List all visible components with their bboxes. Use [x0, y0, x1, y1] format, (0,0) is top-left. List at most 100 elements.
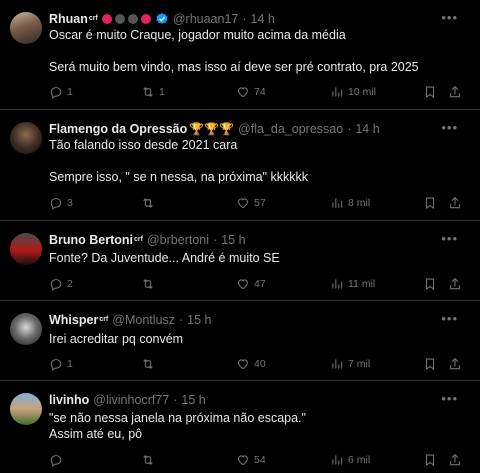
timestamp[interactable]: 14 h [251, 11, 275, 27]
display-name[interactable]: Bruno Bertoni [49, 232, 133, 248]
bookmark-button[interactable] [423, 277, 441, 291]
reply-button[interactable]: 3 [49, 196, 73, 210]
tweet[interactable]: Whisper crf @Montlusz · 15 h ••• Irei acr… [0, 301, 480, 381]
tweet-header: Bruno Bertoni crf @brbertoni · 15 h [49, 232, 420, 248]
share-button[interactable] [448, 357, 466, 371]
more-icon[interactable]: ••• [441, 231, 458, 246]
tweet-header: Rhuan crf @rhuaan17 · 14 h [49, 11, 420, 27]
share-button[interactable] [448, 85, 466, 99]
avatar[interactable] [10, 313, 42, 345]
like-button[interactable]: 74 [236, 85, 266, 99]
bookmark-icon [423, 196, 437, 210]
action-bar: 1 1 74 10 mil [49, 85, 480, 101]
views-button[interactable]: 6 mil [330, 453, 370, 467]
separator-dot: · [213, 233, 218, 247]
views-button[interactable]: 7 mil [330, 357, 370, 371]
action-bar: 1 40 7 mil [49, 357, 480, 373]
avatar[interactable] [10, 393, 42, 425]
action-bar: 3 57 8 mil [49, 196, 480, 212]
avatar[interactable] [10, 122, 42, 154]
share-button[interactable] [448, 196, 466, 210]
views-count: 8 mil [348, 197, 371, 209]
more-icon[interactable]: ••• [441, 10, 458, 25]
handle[interactable]: @livinhocrf77 [93, 392, 169, 408]
more-icon[interactable]: ••• [441, 391, 458, 406]
red-badge-icon [101, 14, 112, 24]
views-icon [330, 196, 344, 210]
bookmark-button[interactable] [423, 357, 441, 371]
tweet-text: Irei acreditar pq convém [49, 332, 184, 346]
bookmark-button[interactable] [423, 196, 441, 210]
retweet-count: 1 [159, 86, 165, 98]
bookmark-icon [423, 277, 437, 291]
bookmark-button[interactable] [423, 453, 441, 467]
handle[interactable]: @Montlusz [112, 312, 175, 328]
reply-icon [49, 196, 63, 210]
tweet-header: Whisper crf @Montlusz · 15 h [49, 312, 420, 328]
display-name[interactable]: livinho [49, 392, 89, 408]
views-button[interactable]: 11 mil [330, 277, 375, 291]
reply-icon [49, 277, 63, 291]
tweet[interactable]: Flamengo da Opressão 🏆🏆🏆 @fla_da_opressa… [0, 110, 480, 221]
reply-button[interactable]: 1 [49, 357, 73, 371]
avatar[interactable] [10, 233, 42, 265]
retweet-button[interactable] [141, 196, 159, 210]
views-count: 11 mil [348, 278, 376, 290]
handle[interactable]: @brbertoni [147, 232, 209, 248]
handle[interactable]: @rhuaan17 [173, 11, 239, 27]
more-icon[interactable]: ••• [441, 120, 458, 135]
display-name[interactable]: Whisper [49, 312, 98, 328]
like-count: 54 [254, 454, 266, 466]
retweet-button[interactable] [141, 453, 159, 467]
name-suffix: crf [88, 15, 98, 22]
like-count: 57 [254, 197, 266, 209]
reply-button[interactable]: 2 [49, 277, 73, 291]
display-name[interactable]: Flamengo da Opressão [49, 121, 187, 137]
like-button[interactable]: 47 [236, 277, 266, 291]
share-icon [448, 196, 462, 210]
action-bar: 54 6 mil [49, 453, 480, 469]
handle[interactable]: @fla_da_opressao [238, 121, 343, 137]
tweet-text: Fonte? Da Juventude... André é muito SE [49, 251, 280, 265]
tweet-text: Tão falando isso desde 2021 cara Sempre … [49, 138, 308, 184]
timestamp[interactable]: 15 h [181, 392, 205, 408]
share-button[interactable] [448, 277, 466, 291]
more-icon[interactable]: ••• [441, 311, 458, 326]
retweet-button[interactable] [141, 357, 159, 371]
views-button[interactable]: 8 mil [330, 196, 370, 210]
avatar[interactable] [10, 12, 42, 44]
retweet-icon [141, 277, 155, 291]
reply-button[interactable] [49, 453, 67, 467]
timestamp[interactable]: 15 h [221, 232, 245, 248]
retweet-button[interactable]: 1 [141, 85, 165, 99]
views-button[interactable]: 10 mil [330, 85, 376, 99]
tweet-text: Oscar é muito Craque, jogador muito acim… [49, 28, 419, 74]
tweet[interactable]: Rhuan crf @rhuaan17 · 14 h ••• Oscar é mu… [0, 0, 480, 110]
like-button[interactable]: 57 [236, 196, 266, 210]
reply-count: 1 [67, 358, 73, 370]
reply-count: 1 [67, 86, 73, 98]
views-icon [330, 453, 344, 467]
tweet[interactable]: Bruno Bertoni crf @brbertoni · 15 h ••• F… [0, 221, 480, 301]
verified-icon [155, 12, 169, 26]
share-icon [448, 357, 462, 371]
name-suffix: crf [134, 236, 143, 243]
retweet-icon [141, 453, 155, 467]
like-icon [236, 85, 250, 99]
timestamp[interactable]: 15 h [187, 312, 211, 328]
tweet-text: "se não nessa janela na próxima não esca… [49, 411, 306, 441]
separator-dot: · [178, 313, 184, 327]
display-name[interactable]: Rhuan [49, 11, 88, 27]
retweet-button[interactable] [141, 277, 159, 291]
retweet-icon [141, 85, 155, 99]
timestamp[interactable]: 14 h [355, 121, 379, 137]
like-icon [236, 196, 250, 210]
like-count: 40 [254, 358, 266, 370]
share-button[interactable] [448, 453, 466, 467]
like-button[interactable]: 40 [236, 357, 266, 371]
bookmark-button[interactable] [423, 85, 441, 99]
tweet[interactable]: livinho @livinhocrf77 · 15 h ••• "se não… [0, 381, 480, 473]
reply-button[interactable]: 1 [49, 85, 73, 99]
like-button[interactable]: 54 [236, 453, 266, 467]
like-count: 47 [254, 278, 266, 290]
